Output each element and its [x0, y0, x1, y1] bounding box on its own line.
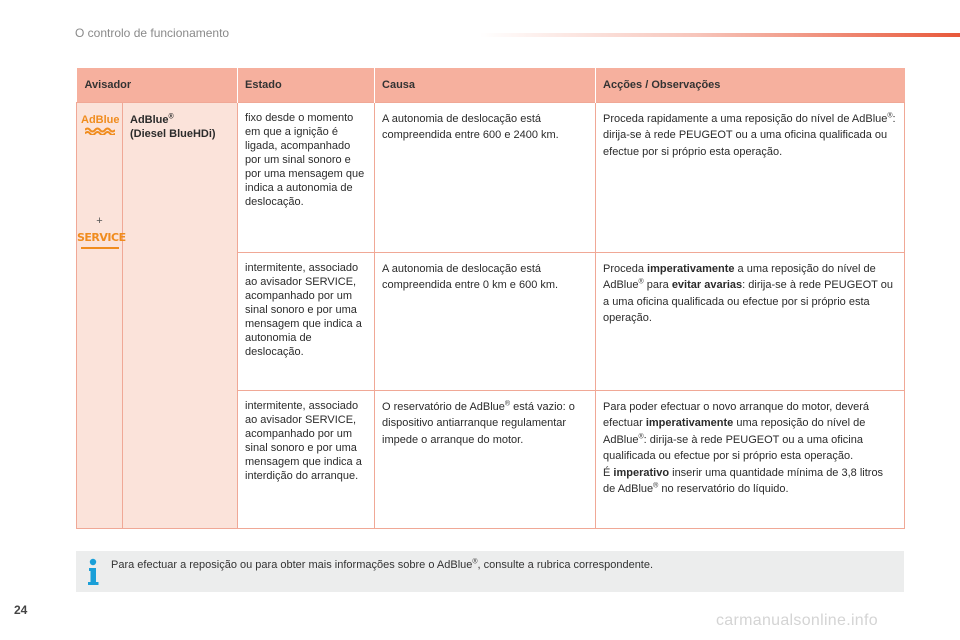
warning-lamp-engine: (Diesel BlueHDi): [130, 127, 216, 140]
table-row: AdBlue + SERVICE AdBlue® (Diesel BlueHDi…: [76, 101, 906, 529]
info-note: Para efectuar a reposição ou para obter …: [76, 551, 904, 592]
table-header-row: Avisador Estado Causa Acções / Observaçõ…: [76, 68, 905, 102]
causa-cell: A autonomia de deslocação está compreend…: [374, 101, 597, 253]
service-warning-icon: SERVICE: [77, 231, 126, 249]
column-header-causa: Causa: [374, 68, 596, 102]
accao-cell: Proceda rapidamente a uma reposição do n…: [595, 101, 906, 253]
service-icon-label: SERVICE: [77, 230, 126, 244]
warning-icon-cell: AdBlue + SERVICE: [76, 101, 126, 529]
adblue-warning-icon: AdBlue: [81, 113, 120, 135]
column-header-accoes: Acções / Observações: [595, 68, 905, 102]
adblue-icon-label: AdBlue: [81, 113, 120, 126]
column-header-avisador: Avisador: [76, 68, 238, 102]
page-section-title: O controlo de funcionamento: [75, 26, 230, 40]
warning-lamp-name: AdBlue® (Diesel BlueHDi): [121, 101, 239, 529]
accao-cell: Proceda imperativamente a uma reposição …: [595, 251, 906, 391]
accao-cell: Para poder efectuar o novo arranque do m…: [595, 389, 906, 529]
estado-cell: fixo desde o momento em que a ignição é …: [237, 101, 376, 253]
warning-lamp-table: Avisador Estado Causa Acções / Observaçõ…: [76, 68, 906, 529]
column-header-estado: Estado: [237, 68, 375, 102]
header-accent-bar: [480, 33, 960, 37]
info-icon: [88, 558, 99, 585]
adblue-wave-icon: [84, 127, 115, 135]
estado-cell: intermitente, associado ao avisador SERV…: [237, 251, 376, 391]
plus-sign: +: [96, 214, 103, 227]
watermark: carmanualsonline.info: [716, 612, 878, 629]
info-text: Para efectuar a reposição ou para obter …: [111, 558, 654, 571]
page-number: 24: [14, 603, 28, 617]
estado-cell: intermitente, associado ao avisador SERV…: [237, 389, 376, 529]
causa-cell: A autonomia de deslocação está compreend…: [374, 251, 597, 391]
causa-cell: O reservatório de AdBlue® está vazio: o …: [374, 389, 597, 529]
